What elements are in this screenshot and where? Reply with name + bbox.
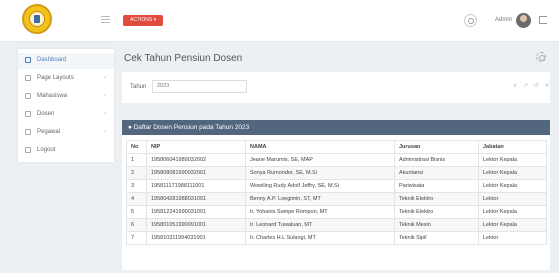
home-icon [25, 57, 31, 63]
table-cell: Jeane Marumis, SE, MAP [245, 153, 395, 167]
page-title: Cek Tahun Pensiun Dosen [124, 53, 243, 64]
table-cell: 5 [126, 205, 147, 219]
retirement-table-panel: ● Daftar Dosen Pensiun pada Tahun 2023 N… [122, 120, 550, 270]
institution-logo[interactable] [22, 4, 52, 34]
table-cell: 7 [126, 231, 147, 245]
retirement-table: No NIP NAMA Jurusan Jabatan 1 1958060419… [126, 140, 547, 245]
search-icon[interactable] [464, 14, 477, 27]
sidebar-item-label: Page Layouts [37, 75, 74, 81]
top-bar: ACTIONS ▾ Admin [0, 0, 559, 42]
sidebar-item-label: Dosen [37, 111, 55, 117]
sidebar-item-label: Mahasiswa [37, 93, 68, 99]
table-cell: 3 [126, 179, 147, 193]
table-cell: 6 [126, 218, 147, 232]
sidebar-item-page-layouts[interactable]: Page Layouts ‹ [18, 71, 114, 87]
table-cell: Benny A.P. Loegimin, ST, MT [245, 192, 395, 206]
logout-icon [25, 147, 31, 153]
table-cell: Administrasi Bisnis [394, 153, 479, 167]
table-cell: 195812241990031001 [146, 205, 246, 219]
table-row: 5 195812241990031001 Ir. Yohanis Sampe R… [126, 205, 547, 219]
table-cell: 195808081990032001 [146, 166, 246, 180]
sidebar: Dashboard Page Layouts ‹ Mahasiswa ‹ Dos… [18, 49, 114, 162]
table-cell: Lektor [478, 231, 547, 245]
table-heading: ● Daftar Dosen Pensiun pada Tahun 2023 [122, 120, 550, 135]
table-cell: 195810311994031001 [146, 231, 246, 245]
table-row: 6 195801051990091001 Ir. Leonard Tuwalua… [126, 218, 547, 232]
avatar[interactable] [516, 13, 531, 28]
table-row: 2 195808081990032001 Sonya Rumondor, SE,… [126, 166, 547, 180]
table-cell: Teknik Elektro [394, 192, 479, 206]
table-cell: Ir. Yohanis Sampe Rompon, MT [245, 205, 395, 219]
chevron-left-icon: ‹ [104, 93, 106, 99]
table-cell: 195804281988031001 [146, 192, 246, 206]
table-header-row: No NIP NAMA Jurusan Jabatan [126, 140, 547, 154]
table-cell: 195801051990091001 [146, 218, 246, 232]
sidebar-item-label: Dashboard [37, 57, 67, 63]
column-header: NAMA [245, 140, 395, 154]
table-row: 4 195804281988031001 Benny A.P. Loegimin… [126, 192, 547, 206]
table-cell: Teknik Elektro [394, 205, 479, 219]
table-cell: 1 [126, 153, 147, 167]
gear-icon[interactable] [536, 52, 546, 62]
users-icon [25, 129, 31, 135]
menu-toggle-icon[interactable] [101, 16, 110, 23]
table-heading-text: Daftar Dosen Pensiun pada Tahun 2023 [133, 124, 250, 131]
chevron-left-icon: ‹ [104, 75, 106, 81]
sidebar-item-dosen[interactable]: Dosen ‹ [18, 107, 114, 123]
user-name[interactable]: Admin [495, 17, 512, 23]
year-input[interactable]: 2023 [152, 80, 247, 93]
column-header: Jabatan [478, 140, 547, 154]
sidebar-item-mahasiswa[interactable]: Mahasiswa ‹ [18, 89, 114, 105]
table-cell: Ir. Leonard Tuwaluan, MT [245, 218, 395, 232]
table-cell: Lektor Kepala [478, 166, 547, 180]
filter-panel: Tahun 2023 ∨ ↗ ↺ ✕ [122, 72, 550, 103]
table-row: 1 195806041989032002 Jeane Marumis, SE, … [126, 153, 547, 167]
table-cell: Wowiling Rudy Adolf Jeffry, SE, M.Si [245, 179, 395, 193]
table-cell: Lektor Kepala [478, 179, 547, 193]
table-cell: Lektor [478, 192, 547, 206]
chevron-left-icon: ‹ [104, 129, 106, 135]
table-cell: 2 [126, 166, 147, 180]
table-cell: 195811171988111001 [146, 179, 246, 193]
chevron-left-icon: ‹ [104, 111, 106, 117]
sidebar-item-label: Logout [37, 147, 56, 153]
table-cell: 195806041989032002 [146, 153, 246, 167]
table-cell: Teknik Mesin [394, 218, 479, 232]
actions-button[interactable]: ACTIONS ▾ [123, 15, 163, 26]
panel-tools-icons[interactable]: ∨ ↗ ↺ ✕ [513, 82, 551, 89]
column-header: NIP [146, 140, 246, 154]
layout-icon [25, 75, 31, 81]
column-header: No [126, 140, 147, 154]
year-label: Tahun [130, 84, 147, 90]
logout-icon[interactable] [539, 16, 547, 24]
users-icon [25, 93, 31, 99]
table-cell: Ir. Charles H.L Sulangi, MT [245, 231, 395, 245]
sidebar-item-pegawai[interactable]: Pegawai ‹ [18, 125, 114, 141]
table-cell: Pariwisata [394, 179, 479, 193]
sidebar-item-dashboard[interactable]: Dashboard [18, 53, 114, 69]
sidebar-item-logout[interactable]: Logout [18, 143, 114, 159]
table-cell: Lektor Kepala [478, 205, 547, 219]
table-row: 7 195810311994031001 Ir. Charles H.L Sul… [126, 231, 547, 245]
table-cell: Lektor Kepala [478, 218, 547, 232]
sidebar-item-label: Pegawai [37, 129, 61, 135]
table-cell: Teknik Sipil [394, 231, 479, 245]
table-cell: Lektor Kepala [478, 153, 547, 167]
column-header: Jurusan [394, 140, 479, 154]
table-cell: Akuntansi [394, 166, 479, 180]
table-row: 3 195811171988111001 Wowiling Rudy Adolf… [126, 179, 547, 193]
table-cell: 4 [126, 192, 147, 206]
users-icon [25, 111, 31, 117]
table-cell: Sonya Rumondor, SE, M.Si [245, 166, 395, 180]
